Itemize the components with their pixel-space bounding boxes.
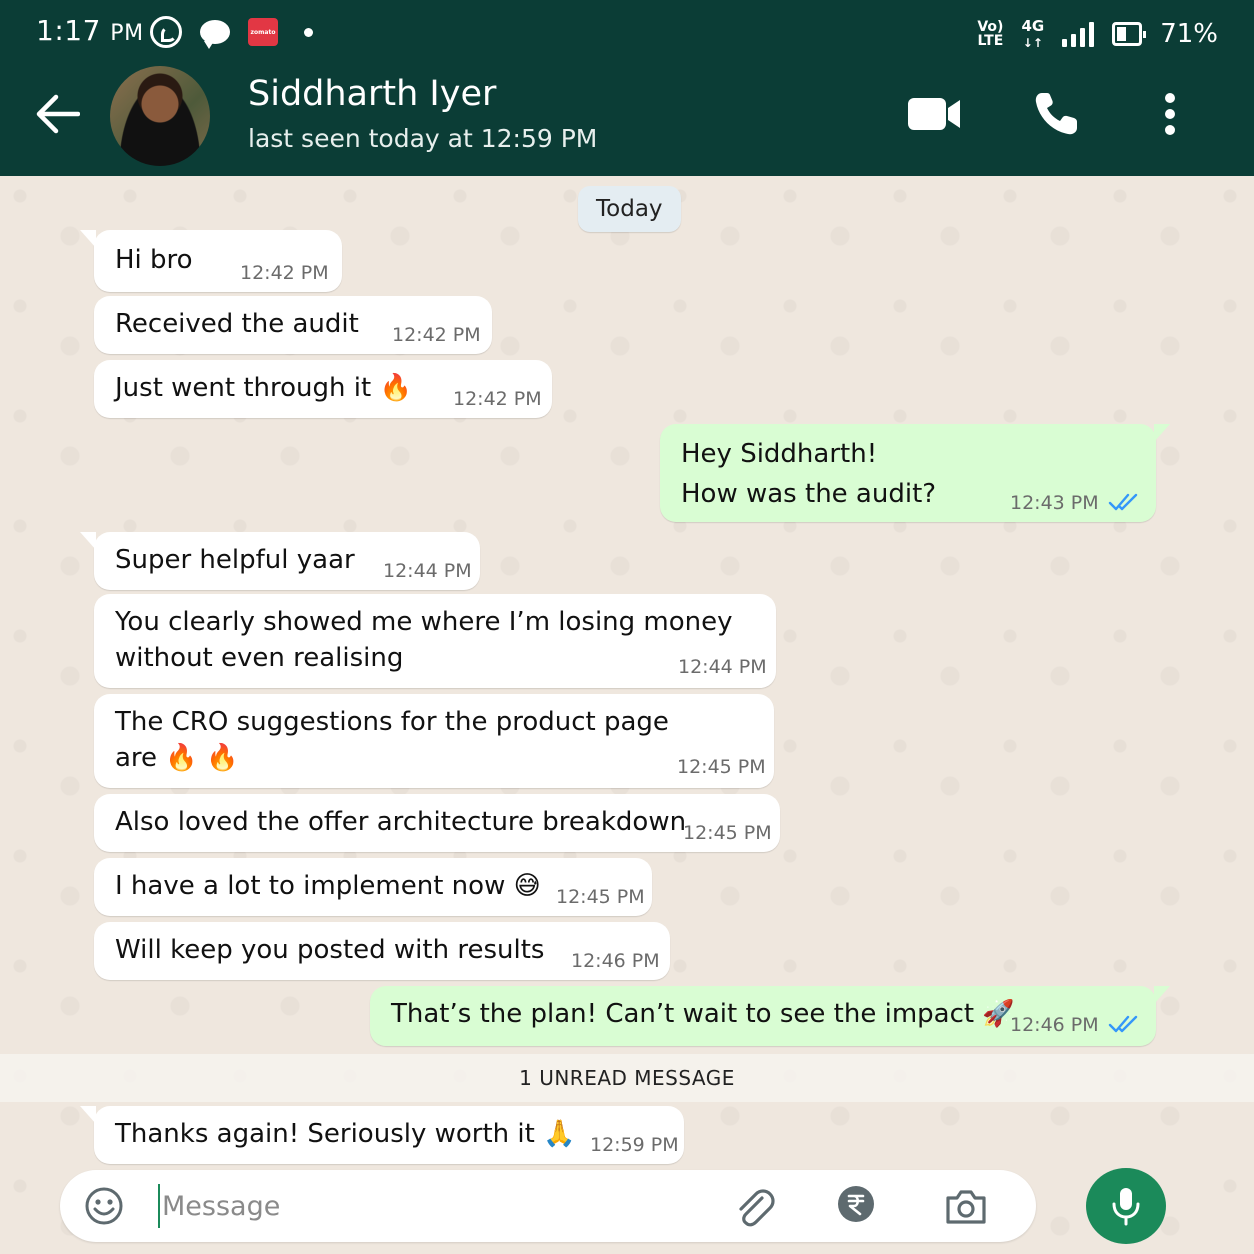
message-text: You clearly showed me where I’m losing m…	[115, 607, 733, 673]
status-time: 1:17 PM	[36, 14, 144, 47]
message-text: Received the audit	[115, 309, 359, 339]
message-incoming[interactable]: Will keep you posted with results 12:46 …	[94, 922, 670, 980]
unread-messages-divider: 1 UNREAD MESSAGE	[0, 1054, 1254, 1102]
emoji-icon[interactable]	[84, 1186, 124, 1226]
bubble-tail	[80, 532, 96, 550]
message-text: That’s the plan! Can’t wait to see the i…	[391, 999, 1015, 1029]
message-time: 12:45 PM	[556, 886, 645, 908]
network-type-label: 4G	[1021, 16, 1045, 35]
back-arrow-icon[interactable]	[34, 92, 80, 136]
network-type: 4G ↓↑	[1021, 16, 1045, 50]
last-seen-status: last seen today at 12:59 PM	[248, 124, 598, 153]
double-check-icon	[1108, 1015, 1138, 1033]
message-text: Thanks again! Seriously worth it 🙏	[115, 1119, 576, 1149]
message-incoming[interactable]: Received the audit 12:42 PM	[94, 296, 492, 354]
message-text: The CRO suggestions for the product page…	[115, 707, 669, 773]
more-vert-icon[interactable]	[1160, 92, 1180, 136]
attach-icon[interactable]	[732, 1184, 776, 1228]
video-call-icon[interactable]	[906, 96, 962, 132]
message-time: 12:42 PM	[240, 262, 329, 284]
message-time: 12:59 PM	[590, 1134, 679, 1156]
message-time: 12:45 PM	[677, 756, 766, 778]
rupee-icon[interactable]	[836, 1184, 876, 1224]
message-text: Hi bro	[115, 245, 193, 275]
message-incoming[interactable]: Just went through it 🔥 12:42 PM	[94, 360, 552, 418]
status-time-suffix: PM	[110, 21, 144, 46]
battery-percent: 71%	[1160, 19, 1218, 49]
message-composer	[60, 1170, 1036, 1242]
bubble-tail	[80, 1106, 96, 1124]
message-incoming[interactable]: Hi bro 12:42 PM	[80, 230, 342, 292]
volte-indicator: Vo) LTE	[977, 19, 1004, 49]
message-text: Super helpful yaar	[115, 545, 355, 575]
camera-icon[interactable]	[944, 1186, 988, 1226]
mic-button[interactable]	[1086, 1168, 1166, 1244]
date-chip: Today	[578, 186, 681, 232]
message-incoming[interactable]: I have a lot to implement now 😅 12:45 PM	[94, 858, 652, 916]
status-time-value: 1:17	[36, 14, 101, 47]
message-time: 12:46 PM	[1010, 1014, 1099, 1036]
double-check-icon	[1108, 493, 1138, 511]
bubble-tail	[1154, 424, 1170, 442]
message-time: 12:45 PM	[683, 822, 772, 844]
message-text: Hey Siddharth! How was the audit?	[681, 439, 937, 509]
mic-icon	[1112, 1188, 1140, 1226]
bubble-tail	[80, 230, 96, 248]
message-input[interactable]	[158, 1184, 718, 1228]
app-header: 1:17 PM zomato Vo) LTE 4G ↓↑ 71% Siddharth…	[0, 0, 1254, 176]
zomato-status-icon: zomato	[248, 18, 278, 46]
notification-icons: zomato	[150, 14, 313, 50]
message-time: 12:44 PM	[678, 656, 767, 678]
avatar[interactable]	[110, 66, 210, 166]
message-incoming[interactable]: Thanks again! Seriously worth it 🙏 12:59…	[80, 1106, 684, 1164]
bubble-tail	[1154, 986, 1170, 1004]
signal-icon	[1062, 21, 1095, 47]
message-time: 12:43 PM	[1010, 492, 1099, 514]
message-text: Just went through it 🔥	[115, 373, 412, 403]
phone-icon[interactable]	[1032, 90, 1080, 138]
contact-name[interactable]: Siddharth Iyer	[248, 74, 496, 114]
message-time: 12:42 PM	[392, 324, 481, 346]
message-time: 12:46 PM	[571, 950, 660, 972]
chat-area[interactable]: Today Hi bro 12:42 PM Received the audit…	[0, 176, 1254, 1254]
whatsapp-status-icon	[150, 16, 182, 48]
message-incoming[interactable]: Super helpful yaar 12:44 PM	[80, 532, 480, 590]
message-text: Also loved the offer architecture breakd…	[115, 807, 687, 837]
message-status-icon	[200, 20, 230, 49]
message-incoming[interactable]: The CRO suggestions for the product page…	[94, 694, 774, 788]
message-time: 12:44 PM	[383, 560, 472, 582]
message-text: I have a lot to implement now 😅	[115, 871, 541, 901]
message-incoming[interactable]: Also loved the offer architecture breakd…	[94, 794, 780, 852]
system-status: Vo) LTE 4G ↓↑ 71%	[977, 14, 1218, 54]
message-time: 12:42 PM	[453, 388, 542, 410]
more-notifications-dot-icon	[304, 27, 313, 37]
message-incoming[interactable]: You clearly showed me where I’m losing m…	[94, 594, 776, 688]
message-text: Will keep you posted with results	[115, 935, 545, 965]
message-outgoing[interactable]: Hey Siddharth! How was the audit? 12:43 …	[660, 424, 1170, 522]
message-outgoing[interactable]: That’s the plan! Can’t wait to see the i…	[370, 986, 1170, 1046]
battery-icon	[1112, 22, 1147, 46]
